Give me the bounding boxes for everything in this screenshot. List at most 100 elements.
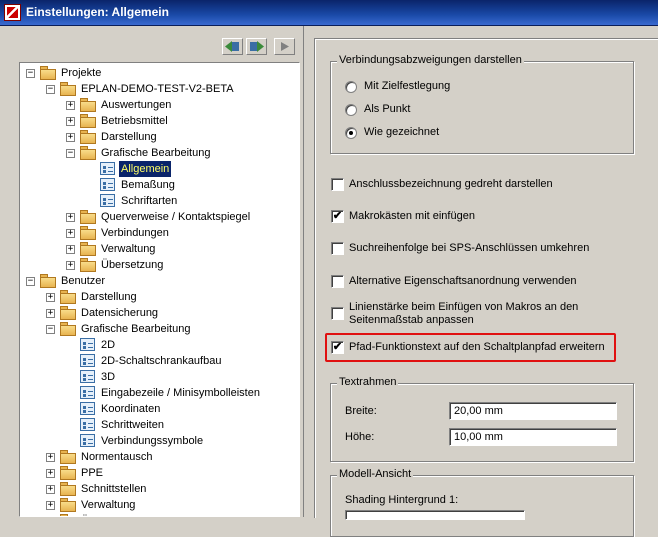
- tree-item-label[interactable]: Eingabezeile / Minisymbolleisten: [99, 385, 262, 401]
- tree-item-label[interactable]: Datensicherung: [79, 305, 160, 321]
- checkbox-alternative-eigenschaftsanordnung[interactable]: [331, 275, 344, 288]
- expand-icon[interactable]: +: [46, 453, 55, 462]
- checkbox-linienstaerke[interactable]: [331, 307, 344, 320]
- tree-item[interactable]: Koordinaten: [20, 401, 299, 417]
- tree-item[interactable]: +Übersetzung: [20, 513, 299, 516]
- tree-item[interactable]: + PPE: [20, 465, 299, 481]
- tree-item-label[interactable]: Darstellung: [79, 289, 139, 305]
- expand-icon[interactable]: +: [46, 309, 55, 318]
- expand-icon[interactable]: +: [46, 501, 55, 510]
- expand-icon[interactable]: +: [66, 245, 75, 254]
- tree-item[interactable]: − Grafische Bearbeitung: [20, 145, 299, 161]
- expand-icon[interactable]: +: [66, 261, 75, 270]
- expand-icon[interactable]: +: [66, 213, 75, 222]
- tree-item[interactable]: + Verwaltung: [20, 497, 299, 513]
- checkbox-anschlussbezeichnung[interactable]: [331, 178, 344, 191]
- tree-item-label[interactable]: Übersetzung: [99, 257, 165, 273]
- expand-icon[interactable]: +: [46, 293, 55, 302]
- settings-tree[interactable]: − Projekte − EPLAN-DEMO-TEST-V2-BETA + Auswer…: [19, 62, 300, 517]
- height-input[interactable]: 10,00 mm: [449, 428, 617, 446]
- tree-item[interactable]: + Verwaltung: [20, 241, 299, 257]
- label-makrokaesten[interactable]: Makrokästen mit einfügen: [349, 210, 475, 222]
- collapse-icon[interactable]: −: [46, 325, 55, 334]
- tree-item[interactable]: + Betriebsmittel: [20, 113, 299, 129]
- label-pfad-funktionstext[interactable]: Pfad-Funktionstext auf den Schaltplanpfa…: [349, 341, 605, 353]
- label-linienstaerke-line1[interactable]: Linienstärke beim Einfügen von Makros an…: [349, 301, 578, 313]
- tree-item[interactable]: + Auswertungen: [20, 97, 299, 113]
- tree-item[interactable]: + Darstellung: [20, 129, 299, 145]
- tree-item-label[interactable]: Darstellung: [99, 129, 159, 145]
- label-anschlussbezeichnung[interactable]: Anschlussbezeichnung gedreht darstellen: [349, 178, 553, 190]
- radio-mit-zielfestlegung[interactable]: [345, 81, 357, 93]
- tree-item[interactable]: 2D: [20, 337, 299, 353]
- tree-item[interactable]: − Benutzer: [20, 273, 299, 289]
- tree-item[interactable]: − EPLAN-DEMO-TEST-V2-BETA: [20, 81, 299, 97]
- tree-item-label[interactable]: 2D-Schaltschrankaufbau: [99, 353, 223, 369]
- radio-label-wie-gezeichnet[interactable]: Wie gezeichnet: [364, 126, 439, 138]
- tree-item-label[interactable]: Benutzer: [59, 273, 107, 289]
- tree-item[interactable]: + Normentausch: [20, 449, 299, 465]
- checkbox-makrokaesten[interactable]: ✔: [331, 210, 344, 223]
- tree-item[interactable]: Schriftarten: [20, 193, 299, 209]
- tree-item-label[interactable]: Querverweise / Kontaktspiegel: [99, 209, 252, 225]
- tree-item-label[interactable]: 2D: [99, 337, 117, 353]
- tree-item-label[interactable]: Schriftarten: [119, 193, 179, 209]
- tree-item-label[interactable]: 3D: [99, 369, 117, 385]
- tree-item-label[interactable]: Auswertungen: [99, 97, 173, 113]
- tree-item-label[interactable]: Verwaltung: [99, 241, 157, 257]
- tree-item-label[interactable]: Projekte: [59, 65, 103, 81]
- tree-item[interactable]: − Grafische Bearbeitung: [20, 321, 299, 337]
- tree-item-label[interactable]: Bemaßung: [119, 177, 177, 193]
- run-button[interactable]: [274, 38, 295, 55]
- tree-item-label[interactable]: Koordinaten: [99, 401, 162, 417]
- expand-icon[interactable]: +: [66, 133, 75, 142]
- shading-color-picker[interactable]: [345, 510, 525, 520]
- tree-item-label[interactable]: Schnittstellen: [79, 481, 148, 497]
- radio-label-mit-zielfestlegung[interactable]: Mit Zielfestlegung: [364, 80, 450, 92]
- radio-label-als-punkt[interactable]: Als Punkt: [364, 103, 410, 115]
- tree-item-label[interactable]: Grafische Bearbeitung: [79, 321, 192, 337]
- label-alternative-eigenschaftsanordnung[interactable]: Alternative Eigenschaftsanordnung verwen…: [349, 275, 576, 287]
- tree-item-label[interactable]: Allgemein: [119, 161, 172, 177]
- checkbox-pfad-funktionstext[interactable]: ✔: [331, 341, 344, 354]
- expand-icon[interactable]: +: [66, 117, 75, 126]
- tree-item-label[interactable]: Übersetzung: [79, 513, 145, 516]
- collapse-icon[interactable]: −: [46, 85, 55, 94]
- tree-item[interactable]: Bemaßung: [20, 177, 299, 193]
- tree-item-label[interactable]: Verwaltung: [79, 497, 137, 513]
- expand-icon[interactable]: +: [46, 485, 55, 494]
- tree-item-label[interactable]: Verbindungssymbole: [99, 433, 205, 449]
- collapse-icon[interactable]: −: [26, 69, 35, 78]
- tree-item[interactable]: 3D: [20, 369, 299, 385]
- tree-item-label[interactable]: PPE: [79, 465, 105, 481]
- expand-icon[interactable]: +: [66, 101, 75, 110]
- collapse-icon[interactable]: −: [26, 277, 35, 286]
- radio-wie-gezeichnet[interactable]: [345, 127, 357, 139]
- tree-item-label[interactable]: Verbindungen: [99, 225, 171, 241]
- tree-item-label[interactable]: Grafische Bearbeitung: [99, 145, 212, 161]
- tree-item-label[interactable]: Normentausch: [79, 449, 155, 465]
- radio-als-punkt[interactable]: [345, 104, 357, 116]
- tree-item[interactable]: Eingabezeile / Minisymbolleisten: [20, 385, 299, 401]
- tree-item[interactable]: 2D-Schaltschrankaufbau: [20, 353, 299, 369]
- tree-item[interactable]: Verbindungssymbole: [20, 433, 299, 449]
- tree-item[interactable]: + Darstellung: [20, 289, 299, 305]
- label-suchreihenfolge[interactable]: Suchreihenfolge bei SPS-Anschlüssen umke…: [349, 242, 589, 254]
- tree-item[interactable]: + Übersetzung: [20, 257, 299, 273]
- tree-item[interactable]: − Projekte: [20, 65, 299, 81]
- tree-item[interactable]: + Querverweise / Kontaktspiegel: [20, 209, 299, 225]
- collapse-icon[interactable]: −: [66, 149, 75, 158]
- label-linienstaerke-line2[interactable]: Seitenmaßstab anpassen: [349, 314, 474, 326]
- checkbox-suchreihenfolge[interactable]: [331, 242, 344, 255]
- tree-item-label[interactable]: EPLAN-DEMO-TEST-V2-BETA: [79, 81, 236, 97]
- tree-item[interactable]: + Datensicherung: [20, 305, 299, 321]
- tree-item[interactable]: Allgemein: [20, 161, 299, 177]
- tree-item[interactable]: + Verbindungen: [20, 225, 299, 241]
- back-button[interactable]: [222, 38, 243, 55]
- expand-icon[interactable]: +: [46, 469, 55, 478]
- expand-icon[interactable]: +: [66, 229, 75, 238]
- width-input[interactable]: 20,00 mm: [449, 402, 617, 420]
- tree-item[interactable]: + Schnittstellen: [20, 481, 299, 497]
- forward-button[interactable]: [246, 38, 267, 55]
- tree-item-label[interactable]: Schrittweiten: [99, 417, 166, 433]
